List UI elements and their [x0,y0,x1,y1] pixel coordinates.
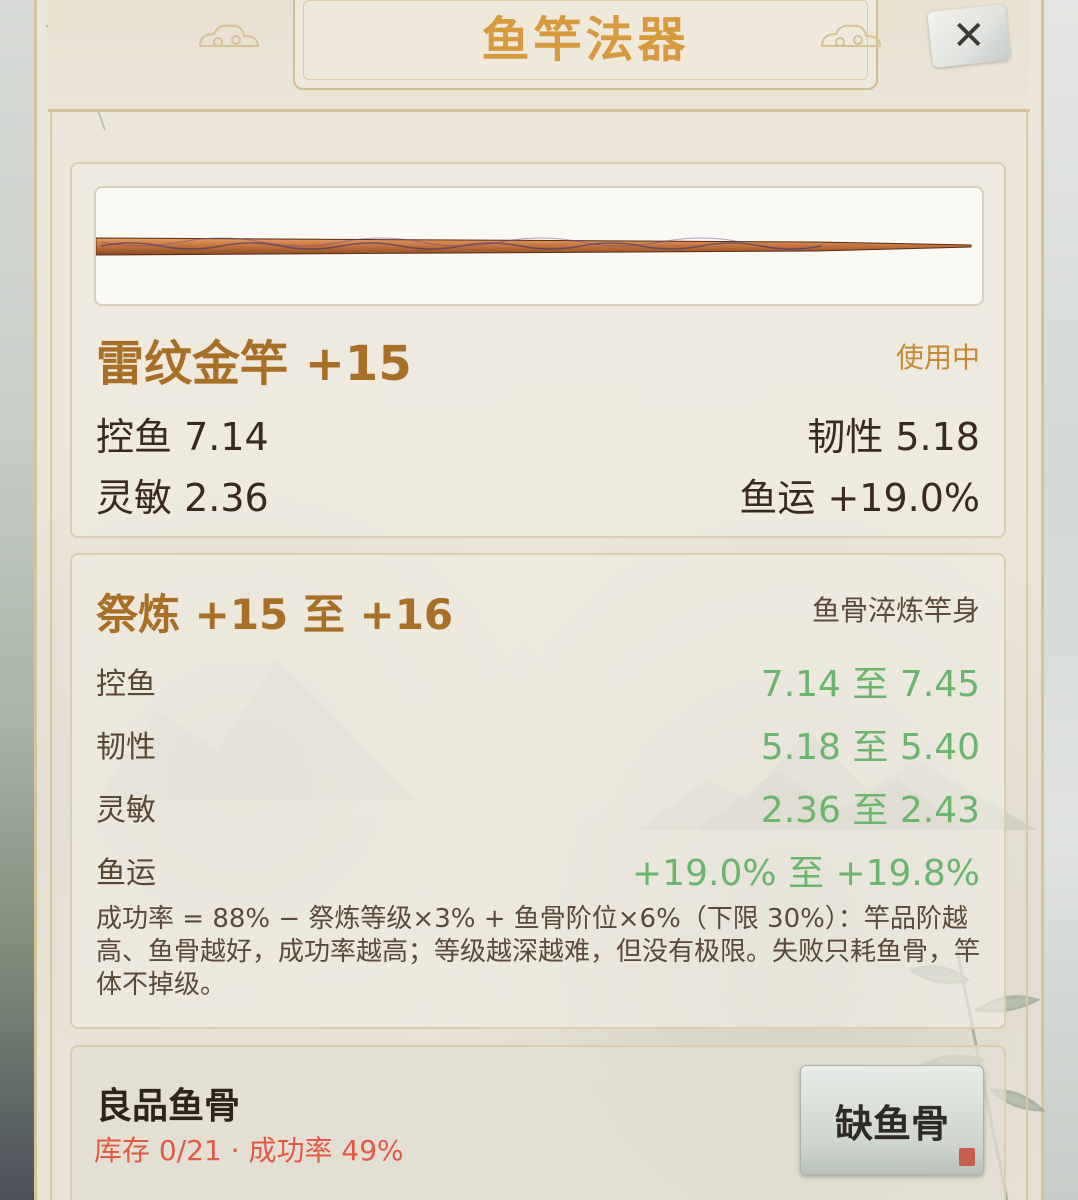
refine-row-value: 7.14 至 7.45 [760,664,980,705]
rod-preview [94,186,984,306]
stat-control: 控鱼 7.14 [96,415,269,459]
material-stock-info: 库存 0/21 · 成功率 49% [94,1134,404,1167]
rod-name: 雷纹金竿 +15 [96,336,412,392]
cloud-ornament-icon [198,24,260,47]
material-card: 良品鱼骨 库存 0/21 · 成功率 49% 缺鱼骨 [70,1045,1006,1200]
fishing-rod-image [96,237,972,256]
status-badge: 使用中 [895,341,980,374]
refine-row-value: 2.36 至 2.43 [760,790,980,831]
refine-button-label: 缺鱼骨 [834,1101,949,1146]
refine-title: 祭炼 +15 至 +16 [96,590,454,639]
refine-method: 鱼骨淬炼竿身 [811,594,980,627]
stat-toughness: 韧性 5.18 [807,415,980,459]
refine-card: 祭炼 +15 至 +16 鱼骨淬炼竿身 控鱼 7.14 至 7.45 韧性 5.… [70,553,1006,1029]
title-plaque: 鱼竿法器 [293,0,878,90]
refine-row-value: +19.0% 至 +19.8% [632,853,980,894]
refine-row-label: 鱼运 [96,856,156,891]
refine-row-label: 控鱼 [96,667,156,702]
stat-agility: 灵敏 2.36 [96,476,269,520]
page-title: 鱼竿法器 [481,12,690,68]
close-icon: ✕ [952,13,986,60]
cloud-ornament-icon [820,24,882,47]
success-rate-formula: 成功率 = 88% − 祭炼等级×3% + 鱼骨阶位×6%（下限 30%）：竿品… [96,904,981,1000]
panel-header: 鱼竿法器 ✕ [48,0,1030,112]
material-name: 良品鱼骨 [96,1086,241,1127]
rod-info-card: 雷纹金竿 +15 使用中 控鱼 7.14 韧性 5.18 灵敏 2.36 鱼运 … [70,162,1006,538]
seal-stamp-icon [959,1148,975,1166]
refine-row-label: 韧性 [96,730,156,765]
stat-luck: 鱼运 +19.0% [739,476,980,520]
refine-row-label: 灵敏 [96,793,156,828]
close-button[interactable]: ✕ [927,4,1011,68]
refine-row-value: 5.18 至 5.40 [760,727,980,768]
refine-button[interactable]: 缺鱼骨 [800,1065,984,1175]
